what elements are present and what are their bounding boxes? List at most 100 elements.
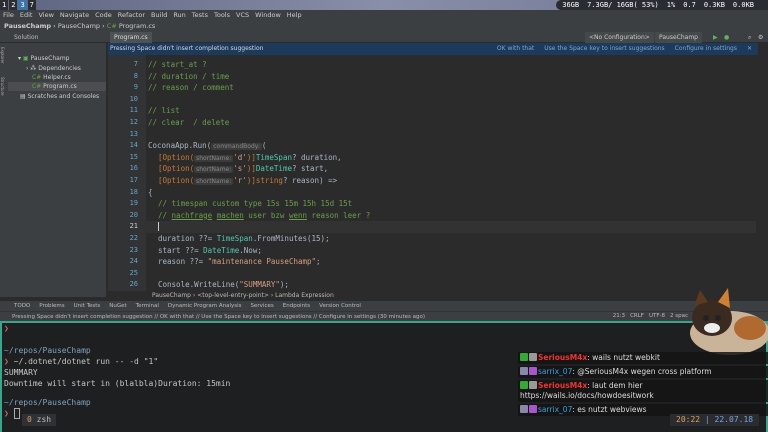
line-number: 15 xyxy=(129,152,138,161)
menu-bar: File Edit View Navigate Code Refactor Build Run… xyxy=(0,10,768,20)
notification-text: Pressing Space didn't insert completion … xyxy=(110,45,264,52)
tool-vcs[interactable]: Version Control xyxy=(319,303,361,309)
line-number: 25 xyxy=(129,268,138,277)
menu-help[interactable]: Help xyxy=(287,11,302,19)
menu-window[interactable]: Window xyxy=(255,11,281,19)
tool-todo[interactable]: TODO xyxy=(14,303,30,309)
breadcrumb-project[interactable]: PauseChamp xyxy=(4,22,51,30)
tool-endpoints[interactable]: Endpoints xyxy=(283,303,310,309)
search-icon[interactable]: ⌕ xyxy=(748,32,751,43)
menu-code[interactable]: Code xyxy=(95,11,112,19)
menu-tests[interactable]: Tests xyxy=(192,11,208,19)
command-line: ❯ ~/.dotnet/dotnet run -- -d "1" xyxy=(4,357,159,366)
run-config-select[interactable]: <No Configuration> xyxy=(585,32,654,43)
code-editor[interactable]: // start_at ? // duration / time // reas… xyxy=(144,55,756,291)
gear-icon[interactable]: ⚙ xyxy=(758,32,763,43)
line-number: 24 xyxy=(129,257,138,266)
menu-view[interactable]: View xyxy=(38,11,53,19)
crumb-entry-point[interactable]: <top-level-entry-point> xyxy=(197,292,269,299)
code-line: reason ??= "maintenance PauseChamp"; xyxy=(158,257,321,267)
status-right: 21:3 CRLF UTF-8 2 spac xyxy=(608,311,688,321)
crumb-project[interactable]: PauseChamp xyxy=(152,292,191,299)
tree-label: PauseChamp xyxy=(30,55,70,62)
system-stats: 36GB 7.3GB/ 16GB( 53%) 1% 0.7 0.3KB 0.0KB xyxy=(556,0,768,10)
line-number: 22 xyxy=(129,234,138,242)
stream-chat-overlay: SeriousM4x: wails nutzt webkit sarrix_07… xyxy=(518,352,768,418)
menu-tools[interactable]: Tools xyxy=(214,11,230,19)
line-number: 13 xyxy=(129,129,138,138)
disk-stat: 36GB xyxy=(562,1,580,9)
tree-item-helper[interactable]: C# Helper.cs xyxy=(32,73,71,82)
tree-label: Dependencies xyxy=(38,65,81,72)
run-icon[interactable]: ▶ xyxy=(713,32,718,43)
breadcrumb-file[interactable]: Program.cs xyxy=(119,22,155,30)
tool-dpa[interactable]: Dynamic Program Analysis xyxy=(168,303,242,309)
side-tool-strip: Explorer Structure xyxy=(0,43,8,297)
tmux-tab[interactable]: 0 zsh xyxy=(22,414,57,426)
line-number-gutter: 7 8 9 10 11 12 13 14 15 16 17 18 19 20 21 22 23 24 25 26 xyxy=(108,55,146,291)
net-down-stat: 0.0KB xyxy=(732,1,754,9)
prompt-path: ~/repos/PauseChamp xyxy=(4,398,91,407)
code-line: start ??= DateTime.Now; xyxy=(158,245,262,255)
clock: 20:22 | 22.07.18 xyxy=(670,414,760,426)
line-ending[interactable]: CRLF xyxy=(630,313,644,319)
input-line: ❯ xyxy=(4,408,21,419)
tool-problems[interactable]: Problems xyxy=(39,303,64,309)
workspace-tag[interactable]: 7 xyxy=(27,0,36,10)
explorer-tab[interactable]: Explorer xyxy=(0,47,5,64)
editor-breadcrumb: PauseChamp › <top-level-entry-point> › L… xyxy=(108,291,758,301)
tree-item-dependencies[interactable]: › ⁂ Dependencies xyxy=(26,64,81,73)
output-line: SUMMARY xyxy=(4,368,38,377)
use-space-key-link[interactable]: Use the Space key to insert suggestions xyxy=(544,45,664,52)
menu-vcs[interactable]: VCS xyxy=(236,11,249,19)
tool-services[interactable]: Services xyxy=(251,303,274,309)
workspace-tag[interactable]: 1 xyxy=(0,0,9,10)
menu-build[interactable]: Build xyxy=(151,11,167,19)
close-icon[interactable]: ✕ xyxy=(747,45,752,52)
tool-unit-tests[interactable]: Unit Tests xyxy=(74,303,101,309)
workspace-tag[interactable]: 2 xyxy=(9,0,18,10)
breadcrumb-module[interactable]: PauseChamp xyxy=(58,22,100,30)
tree-item-project[interactable]: ▾ ▣ PauseChamp xyxy=(18,54,69,63)
line-number: 23 xyxy=(129,245,138,254)
code-line: // list xyxy=(148,106,180,116)
net-up-stat: 0.3KB xyxy=(703,1,725,9)
line-number: 7 xyxy=(133,60,138,68)
tree-label: Program.cs xyxy=(43,83,77,90)
tree-item-scratches[interactable]: ▤ Scratches and Consoles xyxy=(20,92,99,101)
line-number: 18 xyxy=(129,187,138,196)
menu-refactor[interactable]: Refactor xyxy=(118,11,145,19)
tree-item-program[interactable]: C# Program.cs xyxy=(8,82,106,91)
menu-edit[interactable]: Edit xyxy=(20,11,33,19)
line-number: 9 xyxy=(133,83,138,92)
system-bar: 1237 36GB 7.3GB/ 16GB( 53%) 1% 0.7 0.3KB 0.0K… xyxy=(0,0,768,10)
structure-tab[interactable]: Structure xyxy=(0,77,5,96)
code-line: // start_at ? xyxy=(148,60,207,69)
menu-run[interactable]: Run xyxy=(173,11,185,19)
code-line: CoconaApp.Run(commandBody:( xyxy=(148,141,267,151)
editor-scrollbar[interactable] xyxy=(757,55,768,291)
menu-file[interactable]: File xyxy=(3,11,14,19)
chat-message: SeriousM4x: wails nutzt webkit xyxy=(518,352,768,364)
menu-navigate[interactable]: Navigate xyxy=(60,11,89,19)
tool-terminal[interactable]: Terminal xyxy=(136,303,159,309)
run-target-select[interactable]: PauseChamp xyxy=(655,32,702,43)
caret-position[interactable]: 21:3 xyxy=(613,313,625,319)
configure-settings-link[interactable]: Configure in settings xyxy=(675,45,737,52)
tool-nuget[interactable]: NuGet xyxy=(109,303,126,309)
solution-button[interactable]: Solution xyxy=(14,32,38,43)
current-line xyxy=(144,221,756,233)
encoding[interactable]: UTF-8 xyxy=(649,313,665,319)
tree-label: Helper.cs xyxy=(43,74,71,81)
webcam-cat-image xyxy=(680,288,768,358)
navigation-breadcrumb: PauseChamp › PauseChamp › C# Program.cs xyxy=(0,20,768,32)
code-line: // reason / comment xyxy=(148,83,234,93)
chat-message: SeriousM4x: laut dem hier https://wails.… xyxy=(518,380,768,402)
workspace-tag-active[interactable]: 3 xyxy=(18,0,27,10)
line-number: 19 xyxy=(129,199,138,208)
line-number: 17 xyxy=(129,176,138,184)
ok-with-that-link[interactable]: OK with that xyxy=(497,45,534,52)
debug-icon[interactable]: ● xyxy=(724,32,729,43)
prompt-symbol: ❯ xyxy=(4,324,9,333)
crumb-lambda[interactable]: Lambda Expression xyxy=(275,292,334,299)
